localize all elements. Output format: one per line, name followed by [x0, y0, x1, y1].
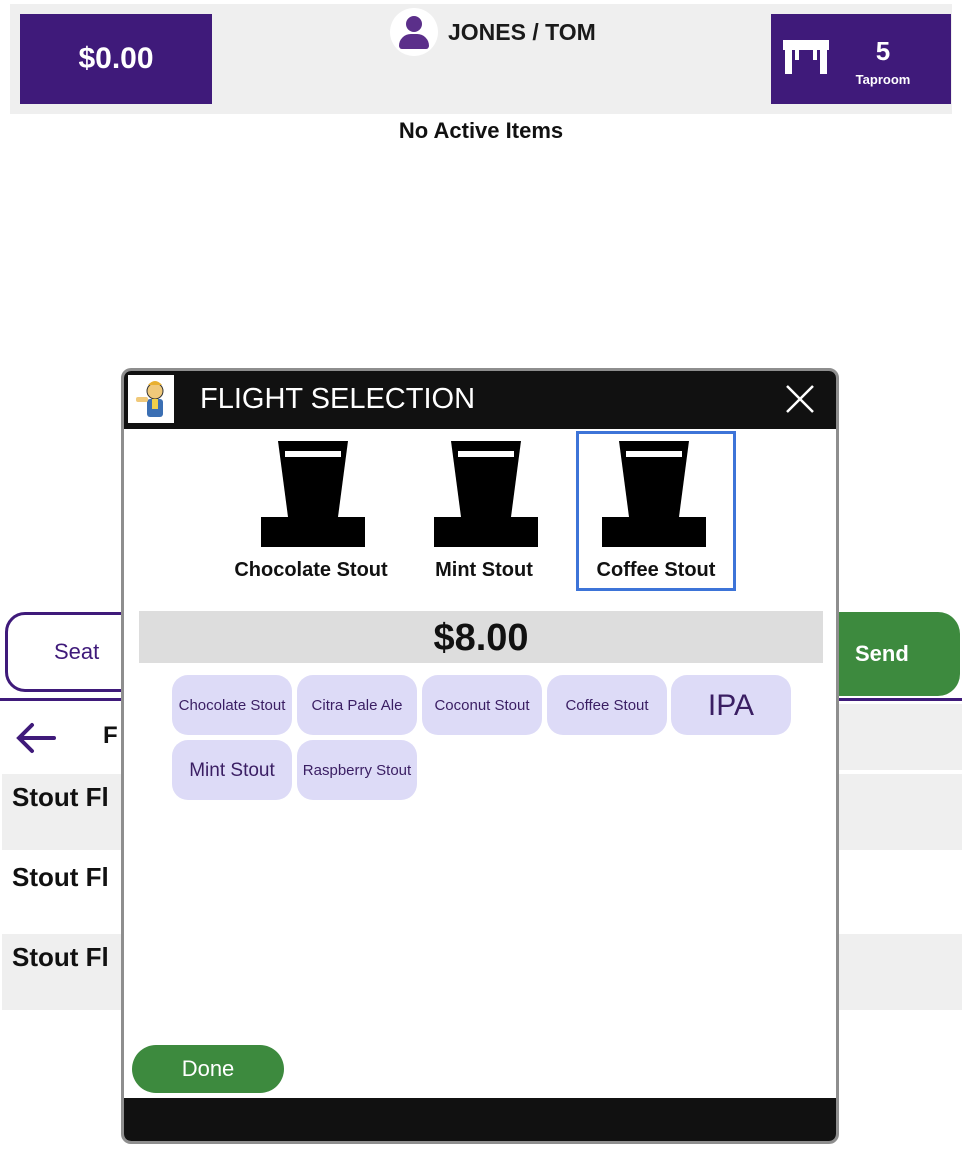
- back-arrow-icon[interactable]: [14, 716, 58, 760]
- beer-option[interactable]: Citra Pale Ale: [297, 675, 417, 735]
- menu-item-label: Stout Fl: [12, 782, 109, 812]
- flight-slot-label: Mint Stout: [435, 559, 533, 581]
- dialog-title-bar: FLIGHT SELECTION: [124, 371, 836, 429]
- menu-item-label: Stout Fl: [12, 942, 109, 972]
- beer-option[interactable]: Coffee Stout: [547, 675, 667, 735]
- dialog-title: FLIGHT SELECTION: [200, 383, 476, 415]
- app-logo: [128, 375, 174, 423]
- send-label: Send: [855, 641, 909, 666]
- beer-option[interactable]: IPA: [671, 675, 791, 735]
- beer-option[interactable]: Mint Stout: [172, 740, 292, 800]
- beer-option[interactable]: Chocolate Stout: [172, 675, 292, 735]
- check-total-button[interactable]: $0.00: [20, 14, 212, 104]
- beer-option[interactable]: Coconut Stout: [422, 675, 542, 735]
- close-icon[interactable]: [784, 383, 816, 415]
- flight-slot-2[interactable]: Mint Stout: [404, 435, 564, 595]
- done-label: Done: [181, 1056, 235, 1081]
- beer-option[interactable]: Raspberry Stout: [297, 740, 417, 800]
- done-button[interactable]: Done: [132, 1045, 284, 1093]
- table-button[interactable]: 5 Taproom: [771, 14, 951, 104]
- beer-glass-icon: [434, 441, 538, 547]
- header-bar: $0.00 JONES / TOM 5 Taproom: [10, 4, 952, 114]
- order-empty-message: No Active Items: [398, 118, 564, 143]
- customer-info[interactable]: JONES / TOM: [390, 8, 596, 56]
- menu-item-label: Stout Fl: [12, 862, 109, 892]
- flight-slot-3[interactable]: Coffee Stout: [576, 431, 736, 591]
- flight-slot-label: Coffee Stout: [596, 559, 716, 581]
- dialog-footer-bar: [124, 1098, 836, 1141]
- table-icon: [783, 40, 829, 74]
- breadcrumb-bar: [838, 704, 962, 770]
- customer-name: JONES / TOM: [448, 18, 596, 45]
- flight-slot-1[interactable]: Chocolate Stout: [231, 435, 391, 595]
- beer-glass-icon: [261, 441, 365, 547]
- table-area: Taproom: [855, 72, 911, 87]
- flight-price: $8.00: [139, 611, 823, 663]
- flight-slot-label: Chocolate Stout: [234, 559, 388, 581]
- seat-label: Seat: [54, 639, 100, 664]
- breadcrumb: F: [103, 722, 118, 749]
- check-total: $0.00: [78, 42, 154, 75]
- beer-glass-icon: [602, 441, 706, 547]
- user-icon: [390, 8, 438, 56]
- flight-selection-dialog: FLIGHT SELECTION Chocolate Stout Mint St…: [121, 368, 839, 1144]
- table-number: 5: [875, 36, 891, 66]
